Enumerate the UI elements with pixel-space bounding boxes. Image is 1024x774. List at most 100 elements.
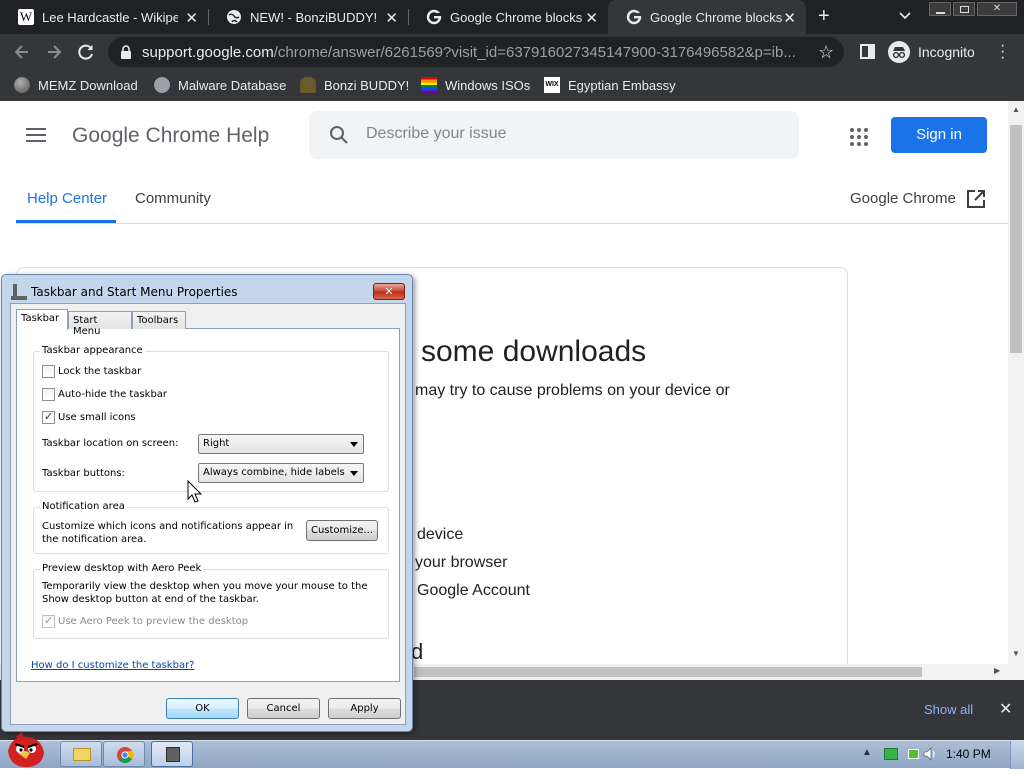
page-title[interactable]: Google Chrome Help bbox=[72, 124, 269, 148]
memz-icon bbox=[14, 77, 30, 93]
battery-icon[interactable] bbox=[906, 747, 920, 761]
show-hidden-icons[interactable]: ▲ bbox=[862, 747, 872, 758]
aero-peek-checkbox[interactable] bbox=[42, 614, 55, 628]
nav-community[interactable]: Community bbox=[135, 190, 211, 207]
bookmark-star-icon[interactable]: ☆ bbox=[818, 42, 834, 63]
nav-google-chrome[interactable]: Google Chrome bbox=[850, 190, 956, 207]
tab-chrome-blocks-2[interactable]: Google Chrome blocks some downloads ✕ bbox=[608, 0, 806, 34]
article-intro: may try to cause problems on your device… bbox=[415, 382, 730, 399]
google-icon bbox=[426, 9, 442, 25]
aero-peek-description: Temporarily view the desktop when you mo… bbox=[42, 581, 368, 605]
taskbar-buttons-value: Always combine, hide labels bbox=[203, 467, 345, 478]
menu-icon[interactable]: · · · bbox=[1000, 38, 1005, 66]
rainbow-flag-icon bbox=[421, 77, 437, 93]
apps-grid-icon[interactable] bbox=[850, 128, 868, 146]
sign-in-button[interactable]: Sign in bbox=[891, 117, 987, 153]
forward-icon[interactable] bbox=[44, 42, 64, 67]
tab-start-menu[interactable]: Start Menu bbox=[68, 311, 132, 337]
wix-icon: WIX bbox=[544, 77, 560, 93]
autohide-taskbar-checkbox[interactable] bbox=[42, 388, 55, 401]
restore-button[interactable] bbox=[953, 2, 975, 16]
small-icons-checkbox[interactable] bbox=[42, 410, 55, 424]
dialog-body: Taskbar Start Menu Toolbars Taskbar appe… bbox=[10, 303, 406, 725]
bookmark-windows-isos[interactable]: Windows ISOs bbox=[421, 76, 530, 94]
close-tab-icon[interactable]: ✕ bbox=[783, 9, 796, 27]
hamburger-menu-icon[interactable] bbox=[26, 128, 46, 142]
close-dialog-button[interactable]: ✕ bbox=[373, 283, 405, 300]
nav-help-center[interactable]: Help Center bbox=[27, 190, 107, 207]
taskbar-buttons-select[interactable]: Always combine, hide labels bbox=[198, 463, 364, 483]
show-all-downloads-link[interactable]: Show all bbox=[924, 702, 973, 717]
apply-button[interactable]: Apply bbox=[328, 698, 401, 719]
url-text: support.google.com/chrome/answer/6261569… bbox=[142, 44, 806, 61]
scrollbar-thumb[interactable] bbox=[1010, 125, 1022, 353]
url-domain: support.google.com bbox=[142, 44, 274, 61]
bonzi-icon bbox=[300, 77, 316, 93]
help-link[interactable]: How do I customize the taskbar? bbox=[31, 660, 195, 671]
taskbar-properties-icon bbox=[11, 284, 27, 300]
network-icon[interactable] bbox=[884, 748, 898, 760]
lock-taskbar-checkbox[interactable] bbox=[42, 365, 55, 378]
search-input[interactable]: Describe your issue bbox=[366, 125, 507, 143]
profile-label[interactable]: Incognito bbox=[918, 44, 975, 60]
clock[interactable]: 1:40 PM bbox=[946, 747, 991, 761]
scrollbar-thumb[interactable] bbox=[414, 667, 922, 677]
back-icon[interactable] bbox=[12, 42, 32, 67]
close-tab-icon[interactable]: ✕ bbox=[585, 9, 598, 27]
chrome-taskbar-button[interactable] bbox=[103, 741, 145, 767]
tab-strip: W Lee Hardcastle - Wikipedia ✕ NEW! - Bo… bbox=[0, 0, 1024, 34]
close-window-button[interactable]: ✕ bbox=[977, 2, 1017, 16]
close-tab-icon[interactable]: ✕ bbox=[385, 9, 398, 27]
volume-icon[interactable] bbox=[922, 746, 938, 762]
bookmark-bonzi-buddy[interactable]: Bonzi BUDDY! bbox=[300, 76, 409, 94]
tab-chrome-blocks-1[interactable]: Google Chrome blocks some downloads ✕ bbox=[408, 0, 608, 34]
tab-title: NEW! - BonziBUDDY! bbox=[250, 9, 378, 25]
location-value: Right bbox=[203, 438, 230, 449]
tab-toolbars[interactable]: Toolbars bbox=[132, 311, 186, 329]
tab-taskbar[interactable]: Taskbar bbox=[16, 309, 68, 330]
notification-area-group: Notification area Customize which icons … bbox=[33, 501, 389, 554]
chevron-down-icon bbox=[350, 471, 358, 476]
minimize-button[interactable] bbox=[929, 2, 951, 16]
lock-icon[interactable] bbox=[120, 45, 132, 64]
customize-button[interactable]: Customize... bbox=[306, 520, 378, 541]
close-shelf-icon[interactable]: ✕ bbox=[999, 699, 1012, 719]
tab-bonzibuddy[interactable]: NEW! - BonziBUDDY! ✕ bbox=[208, 0, 408, 34]
taskbar-properties-dialog: Taskbar and Start Menu Properties ✕ Task… bbox=[1, 274, 413, 732]
close-tab-icon[interactable]: ✕ bbox=[185, 9, 198, 27]
bookmarks-bar: MEMZ Download Malware Database Bonzi BUD… bbox=[0, 70, 1024, 101]
mouse-cursor-icon bbox=[187, 479, 203, 509]
explorer-taskbar-button[interactable] bbox=[60, 741, 102, 767]
search-icon[interactable] bbox=[329, 125, 349, 150]
start-button[interactable] bbox=[2, 731, 50, 769]
bookmark-malware-database[interactable]: Malware Database bbox=[154, 76, 286, 94]
window-controls: ✕ bbox=[929, 2, 1019, 18]
taskbar-appearance-group: Taskbar appearance Lock the taskbar Auto… bbox=[33, 345, 389, 492]
group-title: Taskbar appearance bbox=[40, 345, 145, 356]
show-desktop-button[interactable] bbox=[1010, 741, 1024, 769]
taskbar-buttons-label: Taskbar buttons: bbox=[42, 468, 125, 479]
open-in-new-icon[interactable] bbox=[966, 189, 986, 214]
tab-wikipedia[interactable]: W Lee Hardcastle - Wikipedia ✕ bbox=[0, 0, 208, 34]
address-bar[interactable]: support.google.com/chrome/answer/6261569… bbox=[108, 37, 844, 67]
side-panel-icon[interactable] bbox=[860, 44, 875, 59]
small-icons-label: Use small icons bbox=[58, 412, 136, 423]
ok-button[interactable]: OK bbox=[166, 698, 239, 719]
search-box[interactable]: Describe your issue bbox=[309, 111, 799, 159]
tab-title: Lee Hardcastle - Wikipedia bbox=[42, 9, 178, 25]
vertical-scrollbar[interactable]: ▲ ▼ bbox=[1008, 101, 1024, 680]
new-tab-button[interactable]: + bbox=[818, 5, 830, 28]
browser-toolbar: support.google.com/chrome/answer/6261569… bbox=[0, 34, 1024, 70]
url-path: /chrome/answer/6261569?visit_id=63791602… bbox=[273, 44, 796, 61]
location-label: Taskbar location on screen: bbox=[42, 438, 179, 449]
bookmark-memz[interactable]: MEMZ Download bbox=[14, 76, 138, 94]
aero-peek-label: Use Aero Peek to preview the desktop bbox=[58, 616, 249, 627]
bookmark-egyptian-embassy[interactable]: WIX Egyptian Embassy bbox=[544, 76, 676, 94]
taskbar-tab-panel: Taskbar Start Menu Toolbars Taskbar appe… bbox=[16, 309, 400, 682]
cancel-button[interactable]: Cancel bbox=[247, 698, 320, 719]
taskbar-properties-button[interactable] bbox=[151, 741, 193, 767]
reload-icon[interactable] bbox=[76, 42, 96, 67]
tab-search-icon[interactable] bbox=[898, 8, 912, 27]
location-select[interactable]: Right bbox=[198, 434, 364, 454]
lock-taskbar-label: Lock the taskbar bbox=[58, 366, 142, 377]
